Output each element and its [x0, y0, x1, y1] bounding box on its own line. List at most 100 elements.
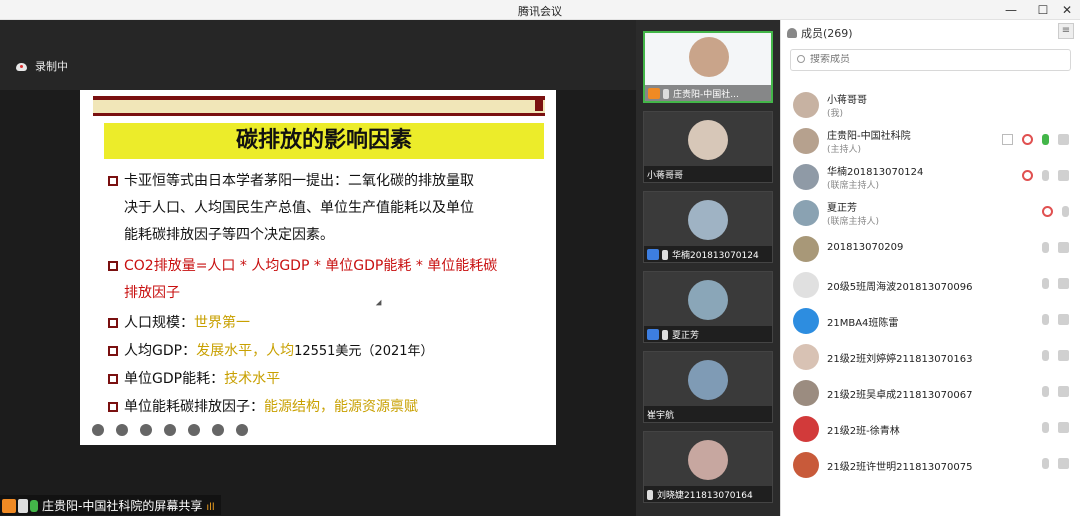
cohost-icon	[647, 249, 659, 260]
video-tile[interactable]: 刘晓婕211813070164	[643, 431, 773, 503]
slide-controls	[92, 421, 260, 436]
member-row[interactable]: 21级2班-徐青林	[781, 410, 1080, 446]
member-row[interactable]: 21MBA4班陈雷	[781, 302, 1080, 338]
cloud-record-icon	[16, 63, 27, 71]
mic-muted-icon	[647, 490, 653, 500]
camera-icon[interactable]	[188, 424, 200, 436]
stage-header: 录制中	[0, 20, 636, 90]
minimize-button[interactable]: —	[1000, 1, 1022, 19]
next-slide-icon[interactable]	[116, 424, 128, 436]
member-row[interactable]: 华楠201813070124 (联席主持人)	[781, 158, 1080, 194]
mic-muted-icon[interactable]	[1042, 278, 1049, 289]
member-search-input[interactable]	[810, 54, 1040, 65]
member-row[interactable]: 21级2班许世明211813070075	[781, 446, 1080, 482]
camera-off-icon[interactable]	[1058, 386, 1069, 397]
mic-muted-icon[interactable]	[1042, 350, 1049, 361]
subtitle-icon[interactable]	[212, 424, 224, 436]
video-on-icon[interactable]	[1022, 170, 1033, 181]
slide-title: 碳排放的影响因素	[104, 123, 544, 159]
search-icon	[797, 55, 805, 63]
mic-icon	[30, 500, 38, 512]
members-icon	[787, 28, 797, 38]
window-title: 腾讯会议	[518, 5, 562, 18]
slide-bullet-1: 卡亚恒等式由日本学者茅阳一提出：二氧化碳的排放量取 决于人口、人均国民生产总值、…	[108, 168, 548, 249]
camera-icon[interactable]	[1058, 134, 1069, 145]
camera-off-icon[interactable]	[1058, 242, 1069, 253]
avatar	[688, 120, 728, 160]
bullet-box-icon	[108, 346, 118, 356]
tile-name: 华楠201813070124	[672, 251, 759, 261]
zoom-icon[interactable]	[164, 424, 176, 436]
bullet-box-icon	[108, 374, 118, 384]
member-row[interactable]: 小蒋哥哥 (我)	[781, 86, 1080, 122]
mic-icon	[663, 89, 669, 99]
avatar	[688, 360, 728, 400]
video-tile[interactable]: 崔宇航	[643, 351, 773, 423]
previous-slide-icon[interactable]	[92, 424, 104, 436]
mic-muted-icon[interactable]	[1042, 458, 1049, 469]
avatar	[688, 280, 728, 320]
mic-muted-icon[interactable]	[1062, 206, 1069, 217]
video-tile[interactable]: 小蒋哥哥	[643, 111, 773, 183]
more-icon[interactable]	[236, 424, 248, 436]
participant-video	[689, 37, 729, 77]
video-tile[interactable]: 华楠201813070124	[643, 191, 773, 263]
avatar	[793, 200, 819, 226]
avatar	[688, 200, 728, 240]
member-row[interactable]: 201813070209	[781, 230, 1080, 266]
slide-bullet-3: 人口规模：世界第一	[108, 310, 548, 337]
member-row[interactable]: 夏正芳 (联席主持人)	[781, 194, 1080, 230]
recording-label: 录制中	[35, 60, 68, 73]
mic-muted-icon	[662, 250, 668, 260]
camera-off-icon[interactable]	[1058, 422, 1069, 433]
camera-off-icon[interactable]	[1058, 170, 1069, 181]
member-count: 成员(269)	[801, 27, 853, 40]
mic-muted-icon[interactable]	[1042, 242, 1049, 253]
member-row[interactable]: 21级2班吴卓成211813070067	[781, 374, 1080, 410]
avatar	[793, 236, 819, 262]
slide-bullet-4: 人均GDP：发展水平，人均12551美元（2021年）	[108, 338, 548, 365]
avatar	[688, 440, 728, 480]
avatar	[793, 452, 819, 478]
signal-icon: ıll	[206, 502, 215, 513]
mic-muted-icon[interactable]	[1042, 170, 1049, 181]
panel-header: 成员(269)	[781, 20, 1080, 44]
maximize-button[interactable]: ☐	[1032, 1, 1054, 19]
recording-indicator[interactable]: 录制中	[16, 58, 68, 74]
tile-name: 崔宇航	[644, 406, 772, 422]
host-icon	[648, 88, 660, 99]
video-tile[interactable]: 庄贵阳-中国社...	[643, 31, 773, 103]
tile-name: 刘晓婕211813070164	[657, 491, 753, 501]
close-button[interactable]: ✕	[1056, 1, 1078, 19]
member-search[interactable]	[790, 49, 1071, 71]
video-tile[interactable]: 夏正芳	[643, 271, 773, 343]
camera-off-icon[interactable]	[1058, 314, 1069, 325]
mic-muted-icon[interactable]	[1042, 386, 1049, 397]
bullet-box-icon	[108, 176, 118, 186]
pen-icon[interactable]	[140, 424, 152, 436]
member-row[interactable]: 庄贵阳-中国社科院 (主持人)	[781, 122, 1080, 158]
avatar	[793, 308, 819, 334]
panel-menu-button[interactable]: ≡	[1058, 23, 1074, 39]
member-row[interactable]: 21级2班刘婷婷211813070163	[781, 338, 1080, 374]
screen-share-stage: 录制中 碳排放的影响因素 卡亚恒等式由日本学者茅阳一提出：二氧化碳的排放量取 决…	[0, 20, 636, 516]
avatar	[793, 344, 819, 370]
avatar	[793, 128, 819, 154]
slide-bullet-5: 单位GDP能耗：技术水平	[108, 366, 548, 393]
video-on-icon[interactable]	[1042, 206, 1053, 217]
slide-bullet-2: CO2排放量=人口 * 人均GDP * 单位GDP能耗 * 单位能耗碳 排放因子	[108, 253, 548, 307]
bullet-box-icon	[108, 318, 118, 328]
camera-off-icon[interactable]	[1058, 350, 1069, 361]
mic-muted-icon[interactable]	[1042, 314, 1049, 325]
member-panel: 成员(269) ≡ 小蒋哥哥 (我) 庄贵阳-中国社科院 (主持人) 华楠201…	[780, 20, 1080, 516]
mic-muted-icon	[662, 330, 668, 340]
mic-on-icon[interactable]	[1042, 134, 1049, 145]
screen-icon	[18, 499, 28, 513]
bullet-box-icon	[108, 261, 118, 271]
mic-muted-icon[interactable]	[1042, 422, 1049, 433]
title-bar: 腾讯会议 — ☐ ✕	[0, 0, 1080, 20]
camera-off-icon[interactable]	[1058, 278, 1069, 289]
camera-off-icon[interactable]	[1058, 458, 1069, 469]
member-row[interactable]: 20级5班周海波201813070096	[781, 266, 1080, 302]
video-on-icon[interactable]	[1022, 134, 1033, 145]
